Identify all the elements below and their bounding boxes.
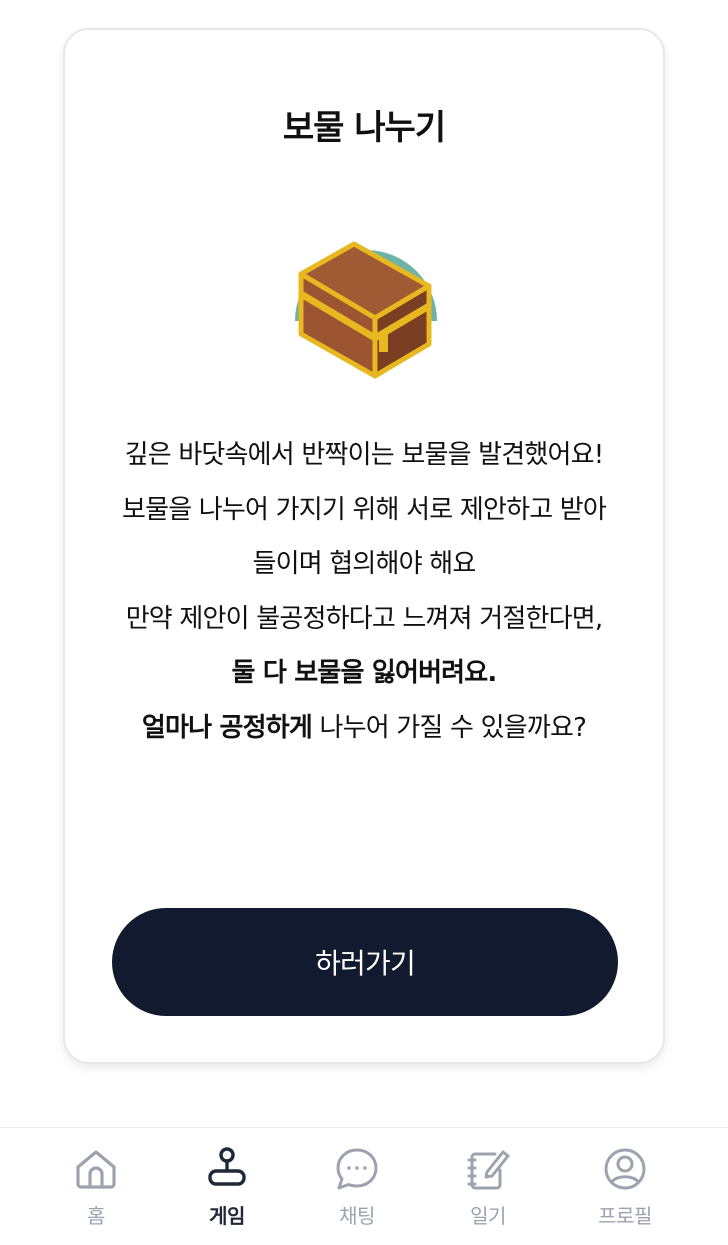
treasure-chest-icon: [291, 226, 441, 386]
nav-label-diary: 일기: [470, 1204, 506, 1228]
nav-item-game[interactable]: 게임: [172, 1146, 282, 1238]
nav-item-home[interactable]: 홈: [41, 1146, 151, 1238]
nav-item-profile[interactable]: 프로필: [570, 1146, 680, 1238]
description-line-3-emphasis: 둘 다 보물을 잃어버려요.: [231, 658, 497, 688]
nav-item-diary[interactable]: 일기: [433, 1146, 543, 1238]
description-line-1: 깊은 바닷속에서 반짝이는 보물을 발견했어요!: [124, 440, 605, 470]
joystick-icon: [208, 1147, 246, 1186]
bottom-navigation: 홈 게임 채팅 일기 프로필: [0, 1127, 728, 1245]
home-icon: [76, 1150, 116, 1189]
nav-item-chat[interactable]: 채팅: [302, 1146, 412, 1238]
game-card: 보물 나누기 깊은 바닷속에서 반짝이는 보물을 발견했어요! 보물을 나누어 …: [63, 28, 665, 1064]
nav-label-game: 게임: [209, 1204, 245, 1228]
game-description: 깊은 바닷속에서 반짝이는 보물을 발견했어요! 보물을 나누어 가지기 위해 …: [111, 428, 617, 755]
diary-icon: [467, 1150, 510, 1190]
chat-bubble-icon: [336, 1148, 378, 1190]
nav-label-home: 홈: [87, 1204, 105, 1228]
card-title: 보물 나누기: [282, 108, 446, 148]
description-line-4: 나누어 가질 수 있을까요?: [312, 712, 587, 743]
description-line-4-emphasis: 얼마나 공정하게: [141, 712, 313, 743]
description-line-2: 보물을 나누어 가지기 위해 서로 제안하고 받아들이며 협의해야 해요: [121, 494, 607, 580]
nav-label-chat: 채팅: [339, 1204, 375, 1228]
nav-label-profile: 프로필: [598, 1204, 652, 1228]
profile-icon: [604, 1148, 646, 1190]
start-game-button[interactable]: 하러가기: [112, 908, 618, 1016]
description-line-3: 만약 제안이 불공정하다고 느껴져 거절한다면,: [125, 603, 603, 634]
